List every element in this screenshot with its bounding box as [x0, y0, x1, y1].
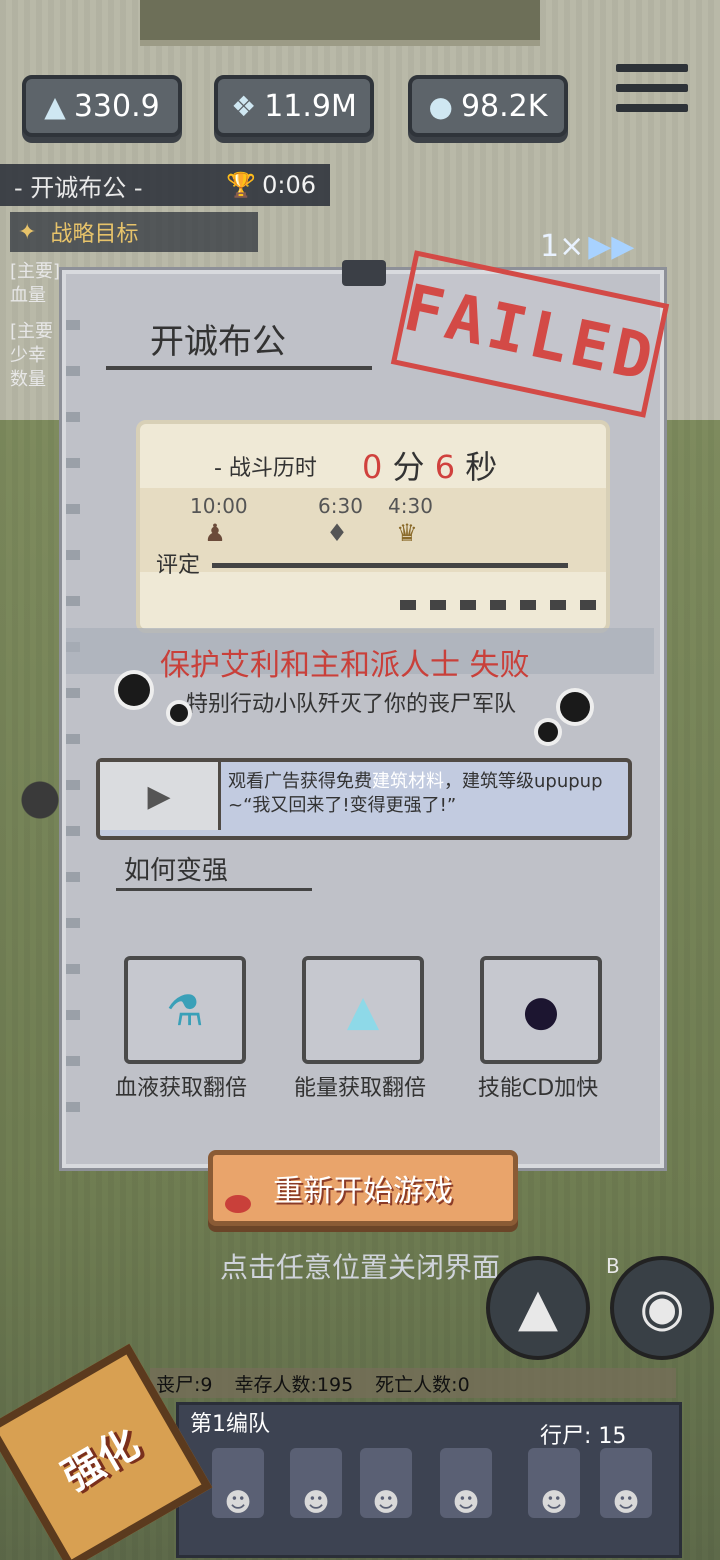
clip-icon: [342, 260, 386, 286]
rating-label: 评定: [156, 553, 201, 578]
material-counter: ● 98.2K: [408, 75, 568, 137]
zombie-unit-icon[interactable]: ☻: [528, 1448, 580, 1518]
menu-icon-bar: [616, 104, 688, 112]
skill-b-button[interactable]: ◉: [610, 1256, 714, 1360]
skill-cd-button[interactable]: ●: [480, 956, 602, 1064]
mission-time: 0:06: [262, 171, 316, 199]
duration-minutes: 0: [362, 448, 383, 486]
objective-text: [主要]: [10, 261, 61, 282]
minutes-unit: 分: [392, 448, 425, 486]
objective-button[interactable]: ✦ 战略目标: [10, 212, 258, 252]
bronze-rank-icon: ♟: [204, 519, 226, 547]
restart-label: 重新开始游戏: [273, 1174, 453, 1209]
target-icon: ✦: [18, 219, 37, 245]
trophy-icon: 🏆: [226, 171, 257, 199]
energy-value: 330.9: [73, 88, 160, 124]
silver-rank-icon: ♦: [326, 519, 348, 547]
pyramid-skill-icon: ▲: [518, 1278, 558, 1338]
blood-counter: ❖ 11.9M: [214, 75, 374, 137]
objective-text: 少幸: [10, 345, 46, 366]
energy-double-label: 能量获取翻倍: [293, 1076, 426, 1101]
zombie-unit-icon[interactable]: ☻: [600, 1448, 652, 1518]
mission-title: - 开诚布公 -: [14, 173, 143, 202]
strengthen-label: 强化: [54, 1420, 148, 1501]
objective-text: [主要: [10, 321, 54, 342]
zombie-unit-icon[interactable]: ☻: [290, 1448, 342, 1518]
skill-a-button[interactable]: ▲: [486, 1256, 590, 1360]
game-background[interactable]: ▲ 330.9 ❖ 11.9M ● 98.2K - 开诚布公 - 🏆 0:06 …: [0, 0, 720, 1560]
rating-track: [212, 563, 568, 568]
stone-material-icon: ●: [428, 89, 453, 123]
energy-double-button[interactable]: ▲: [302, 956, 424, 1064]
fast-forward-icon: ▶▶: [588, 228, 635, 264]
battle-stats: 丧尸:9 幸存人数:195 死亡人数:0: [150, 1368, 676, 1398]
speed-button[interactable]: 1× ▶▶: [540, 226, 660, 266]
zombie-unit-icon[interactable]: ☻: [212, 1448, 264, 1518]
fail-subtitle: 特别行动小队歼灭了你的丧尸军队: [186, 692, 517, 717]
bullet-hole-icon: [538, 722, 558, 742]
zombie-unit-icon[interactable]: ☻: [360, 1448, 412, 1518]
skill-cooldown-icon: ●: [522, 985, 560, 1035]
blood-splat-icon: [225, 1195, 251, 1213]
zombie-count: 丧尸:9: [156, 1373, 213, 1396]
dash-decoration: [400, 600, 600, 610]
bullet-hole-icon: [560, 692, 590, 722]
blood-drops-icon: ❖: [231, 89, 257, 123]
energy-crystal-icon: ▲: [346, 985, 380, 1035]
duration-value: 0 分 6 秒: [362, 442, 497, 488]
death-count: 死亡人数:0: [375, 1373, 470, 1396]
skill-cd-label: 技能CD加快: [477, 1076, 599, 1101]
objective-label: 战略目标: [50, 222, 139, 247]
walker-count: 行尸: 15: [540, 1424, 627, 1449]
material-value: 98.2K: [460, 88, 548, 124]
ad-text: 观看广告获得免费建筑材料，建筑等级upupup ~“我又回来了!变得更强了!”: [228, 770, 628, 818]
ad-text-highlight: 建筑材料: [372, 771, 444, 792]
bullet-hole-icon: [118, 674, 150, 706]
seconds-unit: 秒: [465, 448, 498, 486]
menu-icon: [616, 64, 688, 72]
duration-label: - 战斗历时: [214, 456, 317, 481]
eye-flag-skill-icon: ◉: [639, 1278, 685, 1338]
energy-counter: ▲ 330.9: [22, 75, 182, 137]
gold-trophy-icon: ♛: [396, 519, 418, 547]
tick-label: 10:00: [190, 494, 248, 518]
tips-underline: [116, 888, 312, 891]
objective-text: 血量: [10, 285, 46, 306]
skill-b-key: B: [606, 1254, 620, 1278]
objective-list: [主要] 血量 [主要 少幸 数量: [10, 260, 70, 392]
survivor-count: 幸存人数:195: [234, 1373, 354, 1396]
duration-seconds: 6: [434, 448, 456, 486]
blood-value: 11.9M: [264, 88, 357, 124]
menu-icon-bar: [616, 84, 688, 92]
blood-double-button[interactable]: ⚗: [124, 956, 246, 1064]
squad-name[interactable]: 第1编队: [190, 1406, 270, 1438]
ad-text-suffix: ，建筑等级upupup: [444, 771, 603, 792]
energy-crystal-icon: ▲: [44, 89, 66, 123]
objective-text: 数量: [10, 369, 46, 390]
menu-button[interactable]: [616, 64, 688, 124]
tick-label: 4:30: [388, 494, 433, 518]
tick-label: 6:30: [318, 494, 363, 518]
wall-top: [140, 0, 540, 46]
tips-heading: 如何变强: [124, 856, 229, 886]
bullet-hole-icon: [170, 704, 188, 722]
restart-button[interactable]: 重新开始游戏: [208, 1150, 518, 1226]
speed-value: 1×: [540, 228, 585, 264]
notebook-spiral: [66, 320, 80, 1140]
panel-title: 开诚布公: [150, 322, 286, 362]
title-underline: [106, 366, 372, 370]
blood-potion-icon: ⚗: [166, 985, 204, 1035]
zombie-unit-icon[interactable]: ☻: [440, 1448, 492, 1518]
ad-text-line2: ~“我又回来了!变得更强了!”: [228, 795, 457, 816]
video-ad-icon[interactable]: ▶: [100, 762, 221, 830]
mission-header: - 开诚布公 - 🏆 0:06: [0, 164, 330, 206]
fail-title: 保护艾利和主和派人士 失败: [160, 648, 530, 683]
blood-double-label: 血液获取翻倍: [114, 1076, 247, 1101]
ad-text-prefix: 观看广告获得免费: [228, 771, 372, 792]
